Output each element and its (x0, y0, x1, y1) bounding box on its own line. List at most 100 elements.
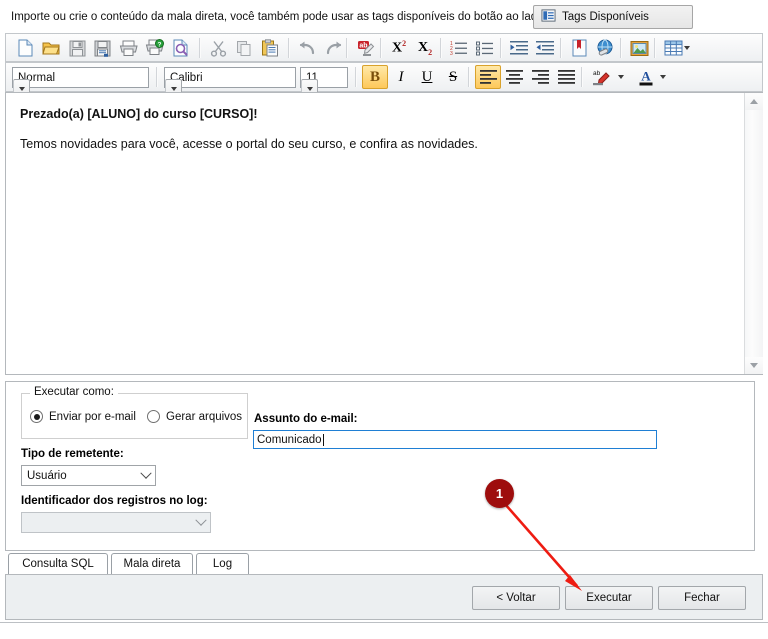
insert-table-dropdown-arrow[interactable] (680, 36, 693, 60)
save-as-document-button[interactable] (90, 36, 116, 60)
insert-bookmark-button[interactable] (566, 36, 592, 60)
align-center-button[interactable] (501, 65, 527, 89)
align-left-button[interactable] (475, 65, 501, 89)
toolbar-separator (288, 38, 290, 58)
radio-enviar-por-email-label: Enviar por e-mail (49, 410, 136, 423)
toolbar-separator (440, 38, 442, 58)
executar-button[interactable]: Executar (565, 586, 653, 610)
print-document-button[interactable] (116, 36, 142, 60)
identificador-log-combo[interactable] (21, 512, 211, 533)
new-document-button[interactable] (12, 36, 38, 60)
chevron-down-icon (306, 86, 313, 91)
executar-como-legend: Executar como: (30, 386, 118, 398)
text-caret (322, 433, 324, 446)
highlight-color-dropdown-arrow[interactable] (614, 65, 627, 89)
tipo-de-remetente-combo[interactable]: Usuário (21, 465, 156, 486)
editor-blank-line (20, 123, 729, 135)
radio-selected-dot (33, 413, 40, 420)
increase-indent-button[interactable] (506, 36, 532, 60)
radio-enviar-por-email[interactable]: Enviar por e-mail (30, 410, 136, 423)
print-preview-button[interactable] (168, 36, 194, 60)
scroll-up-button[interactable] (745, 93, 763, 110)
paragraph-style-combo[interactable]: Normal (12, 67, 149, 98)
toolbar-separator (620, 38, 622, 58)
toolbar-separator (581, 67, 583, 87)
editor-content-area[interactable]: Prezado(a) [ALUNO] do curso [CURSO]! Tem… (6, 93, 743, 374)
bulleted-list-button[interactable] (472, 36, 498, 60)
font-color-dropdown-arrow[interactable] (656, 65, 669, 89)
insert-hyperlink-button[interactable] (592, 36, 618, 60)
window-bottom-divider (0, 622, 768, 623)
toolbar-separator (355, 67, 357, 87)
execution-options-panel: Executar como: Enviar por e-mail Gerar a… (5, 381, 755, 551)
numbered-list-button[interactable]: 1 2 3 (446, 36, 472, 60)
toolbar-separator (346, 38, 348, 58)
highlighter-icon: ab (592, 70, 610, 85)
paste-button[interactable] (257, 36, 283, 60)
undo-button[interactable] (294, 36, 320, 60)
format-toolbar: Normal Calibri 11 B I U S ab A (5, 62, 763, 98)
tab-log-label: Log (212, 558, 233, 570)
highlight-color-button[interactable]: ab (587, 65, 613, 89)
save-document-button[interactable] (64, 36, 90, 60)
fechar-label: Fechar (684, 592, 720, 604)
chevron-down-icon (18, 86, 25, 91)
copy-button[interactable] (231, 36, 257, 60)
tab-mala-direta-label: Mala direta (123, 558, 181, 570)
tags-disponiveis-label: Tags Disponíveis (562, 11, 649, 23)
chevron-down-icon (192, 514, 210, 527)
assunto-do-email-input[interactable]: Comunicado (253, 430, 657, 449)
font-family-value: Calibri (170, 71, 203, 84)
editor-line-1: Prezado(a) [ALUNO] do curso [CURSO]! (20, 107, 258, 121)
editor-line-2: Temos novidades para você, acesse o port… (20, 137, 478, 152)
underline-button[interactable]: U (414, 65, 440, 89)
italic-label: I (398, 68, 404, 85)
find-replace-button[interactable]: ab (352, 36, 378, 60)
footer-bar: < Voltar Executar Fechar (5, 574, 763, 620)
voltar-label: < Voltar (496, 592, 536, 604)
radio-gerar-arquivos[interactable]: Gerar arquivos (147, 410, 242, 423)
align-justify-icon (557, 70, 575, 84)
svg-text:A: A (641, 68, 651, 83)
bold-button[interactable]: B (362, 65, 388, 89)
decrease-indent-button[interactable] (532, 36, 558, 60)
toolbar-separator (468, 67, 470, 87)
chevron-down-icon (170, 86, 177, 91)
subscript-button[interactable]: X2 (412, 36, 438, 60)
print-setup-button[interactable]: ? (142, 36, 168, 60)
radio-enviar-por-email-control[interactable] (30, 410, 43, 423)
scrollbar-track[interactable] (745, 110, 763, 357)
scroll-down-button[interactable] (745, 357, 763, 374)
rich-text-editor: Prezado(a) [ALUNO] do curso [CURSO]! Tem… (5, 92, 763, 375)
strikethrough-button[interactable]: S (440, 65, 466, 89)
chevron-down-icon (137, 467, 155, 480)
radio-gerar-arquivos-control[interactable] (147, 410, 160, 423)
align-right-icon (531, 70, 549, 84)
tipo-de-remetente-value: Usuário (27, 469, 67, 482)
superscript-button[interactable]: X2 (386, 36, 412, 60)
insert-image-button[interactable] (626, 36, 652, 60)
instruction-text: Importe ou crie o conteúdo da mala diret… (11, 11, 547, 23)
font-size-combo[interactable]: 11 (300, 67, 348, 98)
tab-mala-direta[interactable]: Mala direta (111, 553, 193, 574)
editor-vertical-scrollbar[interactable] (744, 93, 763, 374)
align-left-icon (479, 70, 497, 84)
tags-disponiveis-button[interactable]: Tags Disponíveis (533, 5, 693, 29)
fechar-button[interactable]: Fechar (658, 586, 746, 610)
mail-merge-window: Importe ou crie o conteúdo da mala diret… (0, 0, 768, 639)
align-right-button[interactable] (527, 65, 553, 89)
tipo-de-remetente-label: Tipo de remetente: (21, 448, 124, 460)
font-family-combo[interactable]: Calibri (164, 67, 296, 98)
redo-button[interactable] (320, 36, 346, 60)
tab-consulta-sql[interactable]: Consulta SQL (8, 553, 108, 574)
open-document-button[interactable] (38, 36, 64, 60)
italic-button[interactable]: I (388, 65, 414, 89)
align-justify-button[interactable] (553, 65, 579, 89)
chevron-down-icon (683, 46, 690, 50)
identificador-log-label: Identificador dos registros no log: (21, 495, 208, 507)
tab-log[interactable]: Log (196, 553, 249, 574)
svg-text:ab: ab (593, 70, 601, 77)
cut-button[interactable] (205, 36, 231, 60)
voltar-button[interactable]: < Voltar (472, 586, 560, 610)
toolbar-separator (199, 38, 201, 58)
